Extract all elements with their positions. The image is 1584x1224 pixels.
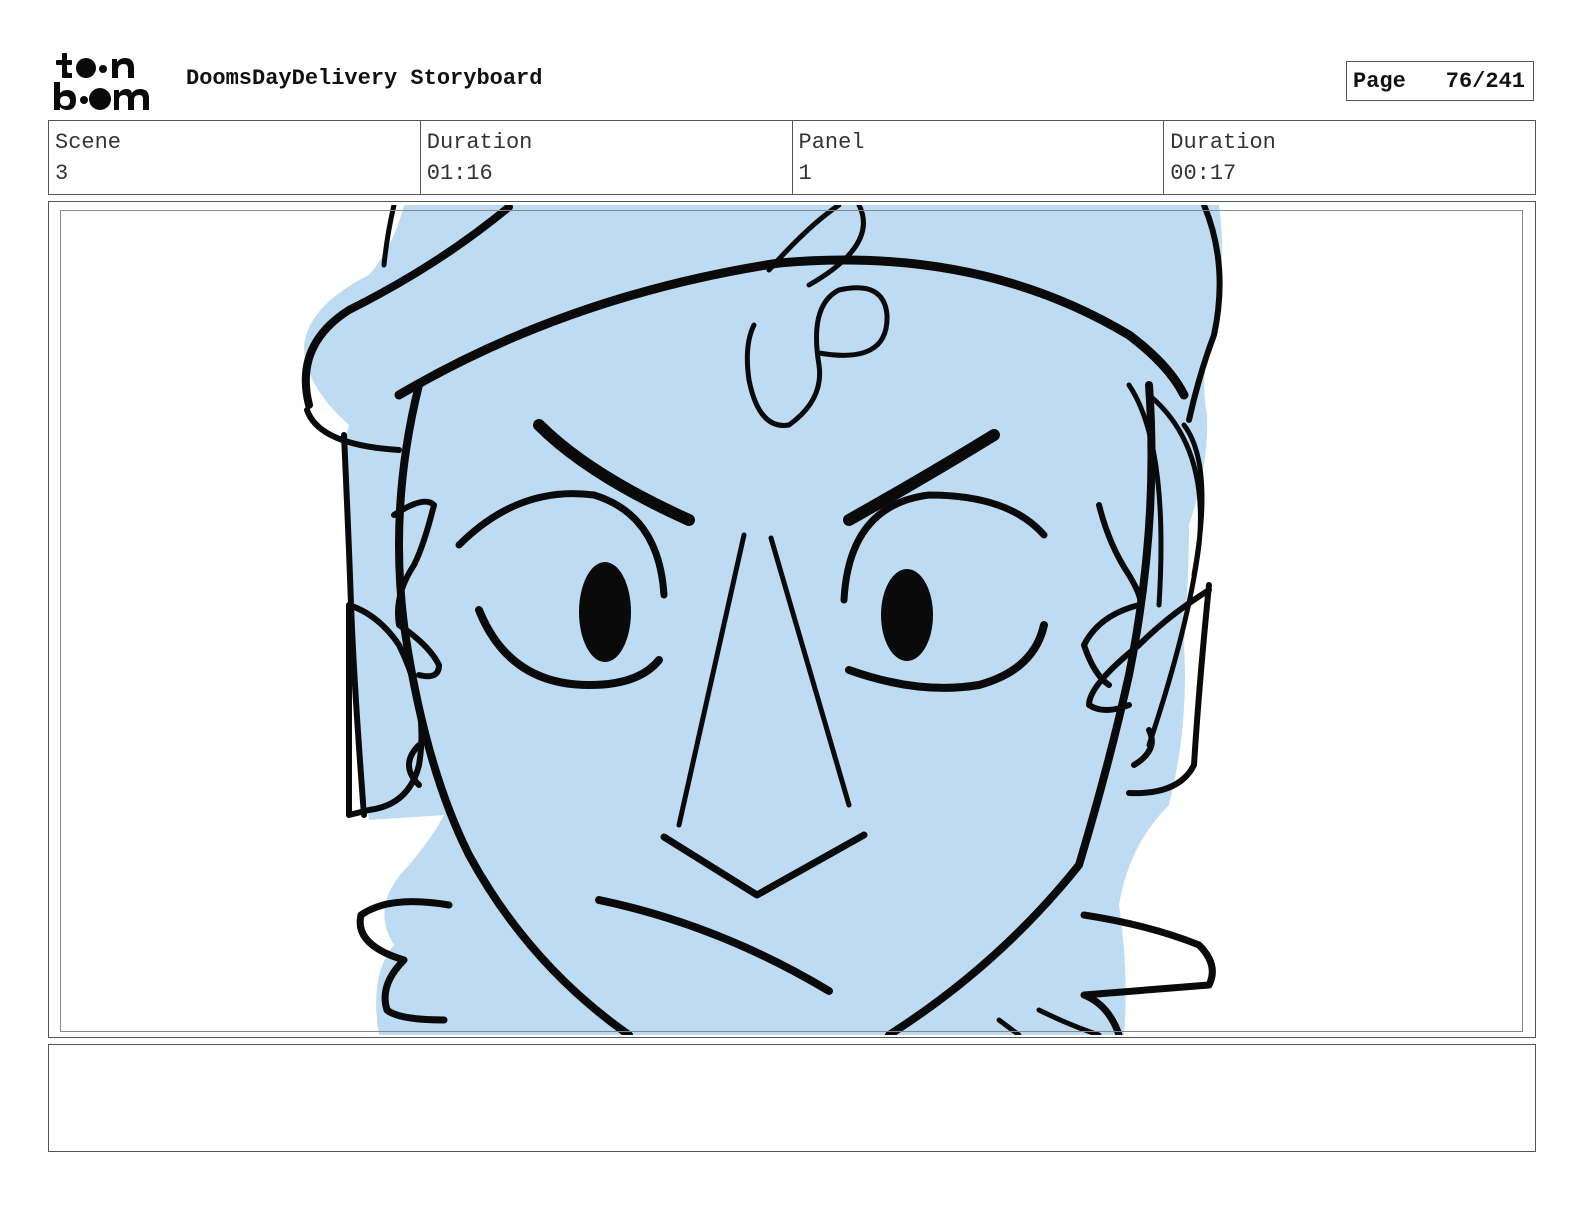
panel-value: 1 — [798, 161, 812, 186]
panel-duration-label: Duration — [1170, 130, 1276, 155]
page-label: Page — [1353, 68, 1406, 94]
page-indicator: Page 76/241 — [1346, 61, 1534, 101]
scene-duration-cell: Duration 01:16 — [421, 121, 793, 194]
panel-cell: Panel 1 — [793, 121, 1165, 194]
scene-duration-label: Duration — [426, 130, 533, 155]
scene-info-table: Scene 3 Duration 01:16 Panel 1 Duration … — [48, 120, 1536, 195]
panel-duration-cell: Duration 00:17 — [1164, 121, 1535, 194]
page-number: 76/241 — [1445, 68, 1525, 94]
scene-cell: Scene 3 — [49, 121, 421, 194]
scene-duration-value: 01:16 — [426, 161, 493, 186]
panel-notes — [48, 1044, 1536, 1152]
toon-boom-logo — [54, 53, 149, 110]
document-title: DoomsDayDelivery Storyboard — [186, 66, 543, 91]
panel-duration-value: 00:17 — [1170, 161, 1237, 186]
storyboard-panel — [48, 201, 1536, 1038]
panel-safe-area — [60, 210, 1523, 1032]
panel-label: Panel — [798, 130, 865, 155]
scene-label: Scene — [55, 130, 122, 155]
scene-value: 3 — [55, 161, 69, 186]
